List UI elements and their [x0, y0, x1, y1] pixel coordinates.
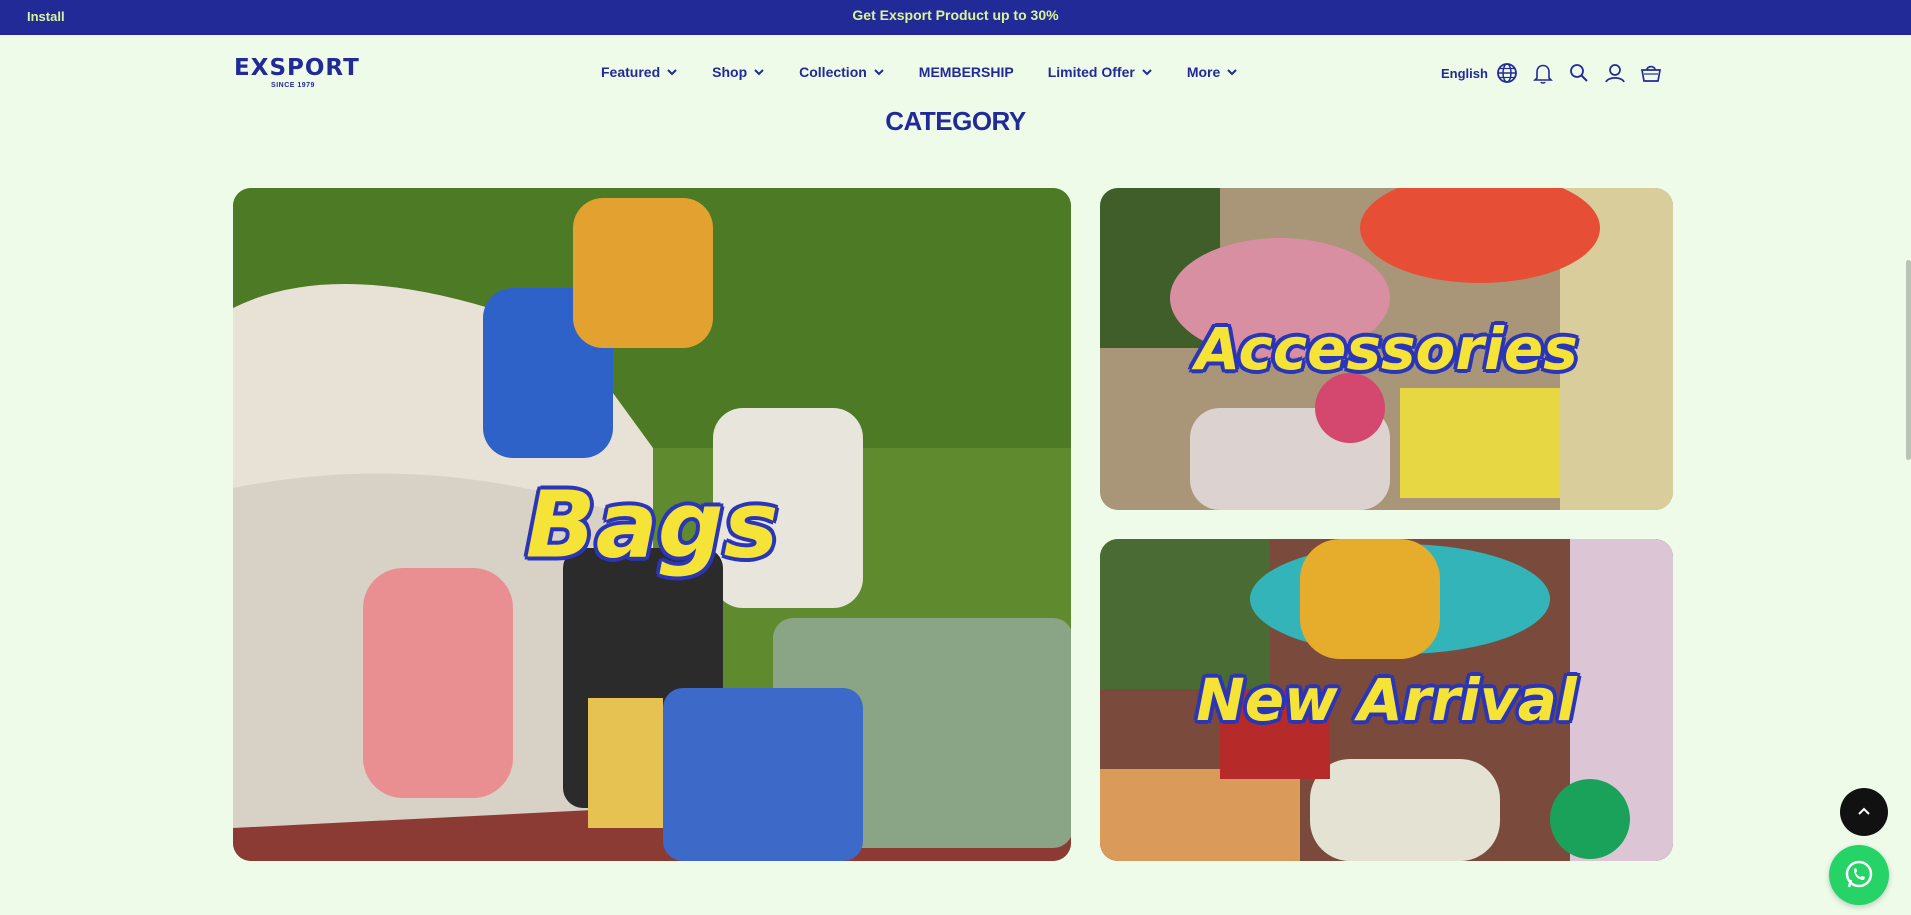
logo-since: SINCE 1979 — [271, 82, 315, 89]
nav-shop[interactable]: Shop — [712, 64, 765, 80]
nav-label: More — [1186, 64, 1221, 80]
nav-membership[interactable]: MEMBERSHIP — [919, 64, 1014, 80]
chevron-down-icon — [667, 69, 677, 76]
chevron-down-icon — [1227, 69, 1237, 76]
user-icon[interactable] — [1602, 60, 1628, 86]
search-icon[interactable] — [1566, 60, 1592, 86]
category-card-new-arrival[interactable]: New Arrival — [1100, 539, 1673, 861]
site-header: EXSPORT SINCE 1979 Featured Shop Collect… — [0, 35, 1911, 110]
nav-label: Shop — [712, 64, 748, 80]
whatsapp-icon — [1845, 860, 1873, 888]
category-label: Bags — [525, 471, 779, 578]
category-heading: CATEGORY — [885, 106, 1026, 136]
header-utilities: English — [1441, 60, 1674, 86]
chevron-up-icon — [1858, 807, 1870, 815]
nav-label: Limited Offer — [1047, 64, 1135, 80]
whatsapp-chat-button[interactable] — [1829, 845, 1889, 905]
nav-label: Collection — [799, 64, 867, 80]
nav-label: Featured — [601, 64, 661, 80]
page-scrollbar[interactable] — [1906, 260, 1911, 460]
category-label: Accessories — [1195, 315, 1578, 383]
cart-icon[interactable] — [1638, 60, 1664, 86]
globe-icon[interactable] — [1494, 60, 1520, 86]
category-card-bags[interactable]: Bags — [233, 188, 1071, 861]
language-selector[interactable]: English — [1441, 66, 1488, 81]
category-label: New Arrival — [1196, 666, 1577, 734]
chevron-down-icon — [1142, 69, 1152, 76]
nav-more[interactable]: More — [1187, 64, 1238, 80]
scroll-to-top-button[interactable] — [1840, 788, 1888, 836]
announcement-bar: Install Get Exsport Product up to 30% — [0, 0, 1911, 35]
logo-wordmark: EXSPORT — [234, 55, 360, 81]
category-card-accessories[interactable]: Accessories — [1100, 188, 1673, 510]
brand-logo[interactable]: EXSPORT SINCE 1979 — [234, 55, 360, 90]
bell-icon[interactable] — [1530, 60, 1556, 86]
chevron-down-icon — [754, 69, 764, 76]
promo-text[interactable]: Get Exsport Product up to 30% — [0, 7, 1911, 23]
nav-label: MEMBERSHIP — [918, 64, 1014, 80]
nav-collection[interactable]: Collection — [799, 64, 885, 80]
nav-limited-offer[interactable]: Limited Offer — [1048, 64, 1153, 80]
nav-featured[interactable]: Featured — [601, 64, 678, 80]
chevron-down-icon — [874, 69, 884, 76]
main-nav: Featured Shop Collection MEMBERSHIP Limi… — [601, 64, 1272, 80]
